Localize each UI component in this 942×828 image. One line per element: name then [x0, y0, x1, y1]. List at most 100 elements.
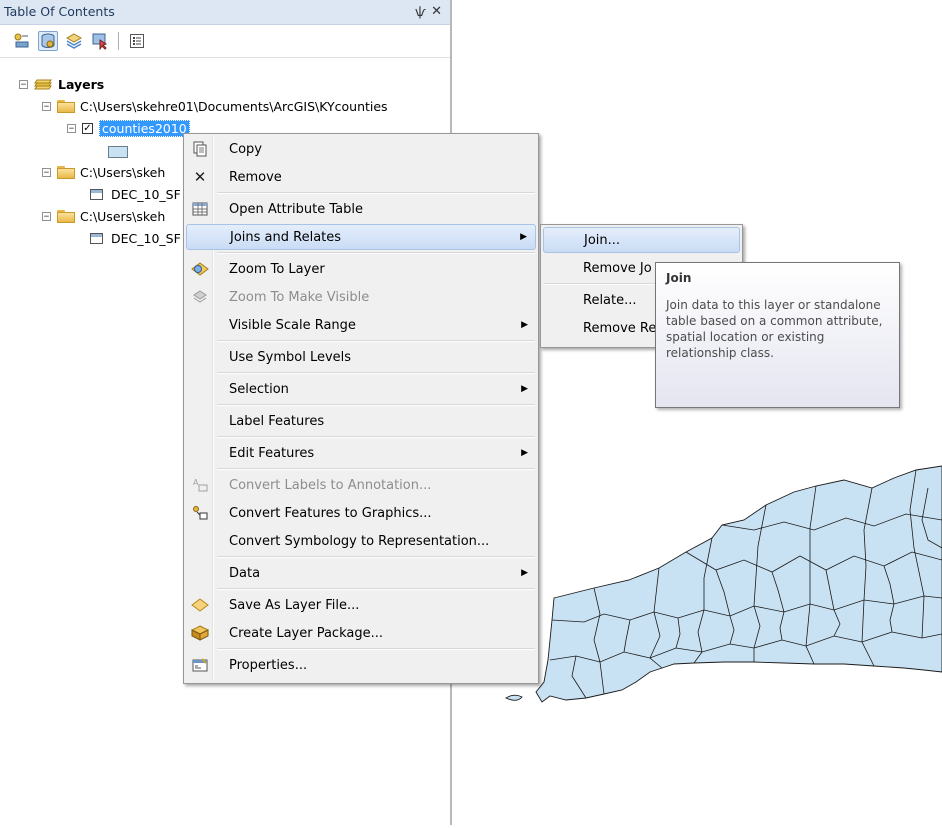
list-by-selection-icon[interactable]: [90, 31, 110, 51]
convert-features-icon: [191, 504, 209, 522]
submenu-arrow-icon: ▶: [521, 568, 528, 578]
tree-group-label: C:\Users\skehre01\Documents\ArcGIS\KYcou…: [80, 98, 388, 114]
menu-item-selection[interactable]: Selection ▶: [186, 376, 536, 402]
menu-item-convert-symbology[interactable]: Convert Symbology to Representation...: [186, 528, 536, 554]
remove-icon: ✕: [193, 168, 207, 186]
menu-item-properties[interactable]: Properties...: [186, 652, 536, 678]
menu-item-use-symbol-levels[interactable]: Use Symbol Levels: [186, 344, 536, 370]
menu-separator: [217, 340, 535, 342]
submenu-item-join[interactable]: Join...: [543, 227, 740, 253]
menu-item-convert-labels-to-annotation[interactable]: A Convert Labels to Annotation...: [186, 472, 536, 498]
options-icon[interactable]: [127, 31, 147, 51]
menu-separator: [217, 468, 535, 470]
collapse-icon[interactable]: −: [67, 123, 76, 133]
join-tooltip: Join Join data to this layer or standalo…: [655, 262, 900, 408]
menu-item-open-attribute-table[interactable]: Open Attribute Table: [186, 196, 536, 222]
toc-title-bar: Table Of Contents ѱ ✕: [0, 0, 450, 25]
menu-item-label: Label Features: [229, 413, 325, 429]
menu-item-zoom-to-make-visible[interactable]: Zoom To Make Visible: [186, 284, 536, 310]
tooltip-title: Join: [666, 271, 692, 285]
menu-item-label: Joins and Relates: [230, 229, 342, 245]
tree-root-label: Layers: [58, 76, 105, 92]
copy-icon: [191, 140, 209, 158]
menu-item-create-layer-package[interactable]: Create Layer Package...: [186, 620, 536, 646]
collapse-icon[interactable]: −: [42, 211, 51, 221]
layer-context-menu: Copy ✕ Remove Open Attribute Table Joins…: [183, 133, 539, 684]
menu-item-label: Save As Layer File...: [229, 597, 360, 613]
list-by-drawing-order-icon[interactable]: [12, 31, 32, 51]
menu-item-label: Visible Scale Range: [229, 317, 356, 333]
tree-root-layers[interactable]: − Layers: [19, 75, 104, 93]
submenu-arrow-icon: ▶: [521, 384, 528, 394]
menu-separator: [217, 192, 535, 194]
menu-item-convert-features-to-graphics[interactable]: Convert Features to Graphics...: [186, 500, 536, 526]
layer-file-icon: [191, 596, 209, 614]
menu-item-joins-and-relates[interactable]: Joins and Relates ▶: [186, 224, 536, 250]
menu-item-label: Zoom To Layer: [229, 261, 325, 277]
toc-title: Table Of Contents: [4, 4, 115, 19]
menu-item-save-as-layer-file[interactable]: Save As Layer File...: [186, 592, 536, 618]
layer-visibility-checkbox[interactable]: ✓: [82, 122, 93, 134]
list-by-visibility-icon[interactable]: [64, 31, 84, 51]
svg-text:A: A: [193, 478, 199, 487]
collapse-icon[interactable]: −: [42, 101, 51, 111]
toc-toolbar: [0, 25, 450, 58]
folder-icon: [57, 209, 75, 223]
menu-separator: [217, 252, 535, 254]
menu-separator: [217, 588, 535, 590]
collapse-icon[interactable]: −: [42, 167, 51, 177]
menu-item-remove[interactable]: ✕ Remove: [186, 164, 536, 190]
menu-item-label: Use Symbol Levels: [229, 349, 352, 365]
toolbar-separator: [118, 32, 119, 50]
tree-group-2[interactable]: − C:\Users\skeh: [42, 163, 165, 181]
menu-item-label-features[interactable]: Label Features: [186, 408, 536, 434]
menu-item-copy[interactable]: Copy: [186, 136, 536, 162]
folder-icon: [57, 165, 75, 179]
table-icon: [90, 188, 103, 200]
menu-item-label: Create Layer Package...: [229, 625, 383, 641]
menu-item-visible-scale-range[interactable]: Visible Scale Range ▶: [186, 312, 536, 338]
layer-package-icon: [191, 624, 209, 642]
submenu-item-label: Remove Re: [583, 320, 657, 336]
collapse-icon[interactable]: −: [19, 79, 28, 89]
table-icon: [90, 232, 103, 244]
menu-item-label: Convert Symbology to Representation...: [229, 533, 490, 549]
menu-item-label: Properties...: [229, 657, 308, 673]
menu-item-zoom-to-layer[interactable]: Zoom To Layer: [186, 256, 536, 282]
pin-icon[interactable]: ѱ: [415, 0, 426, 24]
attribute-table-icon: [191, 200, 209, 218]
submenu-item-label: Remove Jo: [583, 260, 652, 276]
tree-table-3[interactable]: DEC_10_SF: [90, 229, 181, 247]
menu-item-label: Open Attribute Table: [229, 201, 364, 217]
tree-table-label: DEC_10_SF: [111, 186, 181, 202]
list-by-source-icon[interactable]: [38, 31, 58, 51]
menu-separator: [217, 648, 535, 650]
menu-item-label: Zoom To Make Visible: [229, 289, 370, 305]
tree-layer-counties2010[interactable]: − ✓ counties2010: [67, 119, 190, 137]
submenu-arrow-icon: ▶: [520, 232, 527, 242]
menu-item-data[interactable]: Data ▶: [186, 560, 536, 586]
menu-item-edit-features[interactable]: Edit Features ▶: [186, 440, 536, 466]
menu-item-label: Copy: [229, 141, 262, 157]
zoom-to-layer-icon: [191, 260, 209, 278]
tree-group-kycounties[interactable]: − C:\Users\skehre01\Documents\ArcGIS\KYc…: [42, 97, 388, 115]
properties-icon: [191, 656, 209, 674]
tree-group-label: C:\Users\skeh: [80, 208, 166, 224]
menu-separator: [217, 556, 535, 558]
folder-icon: [57, 99, 75, 113]
menu-item-label: Convert Labels to Annotation...: [229, 477, 432, 493]
menu-item-label: Edit Features: [229, 445, 315, 461]
tree-layer-label: counties2010: [99, 119, 190, 137]
submenu-item-label: Join...: [584, 232, 621, 248]
submenu-arrow-icon: ▶: [521, 320, 528, 330]
close-icon[interactable]: ✕: [431, 0, 442, 24]
menu-separator: [217, 404, 535, 406]
menu-separator: [217, 436, 535, 438]
tooltip-body: Join data to this layer or standalone ta…: [666, 298, 883, 360]
zoom-visible-icon: [191, 288, 209, 306]
tree-group-3[interactable]: − C:\Users\skeh: [42, 207, 165, 225]
layer-symbol-swatch[interactable]: [108, 146, 128, 158]
menu-item-label: Data: [229, 565, 261, 581]
tree-table-2[interactable]: DEC_10_SF: [90, 185, 181, 203]
submenu-arrow-icon: ▶: [521, 448, 528, 458]
